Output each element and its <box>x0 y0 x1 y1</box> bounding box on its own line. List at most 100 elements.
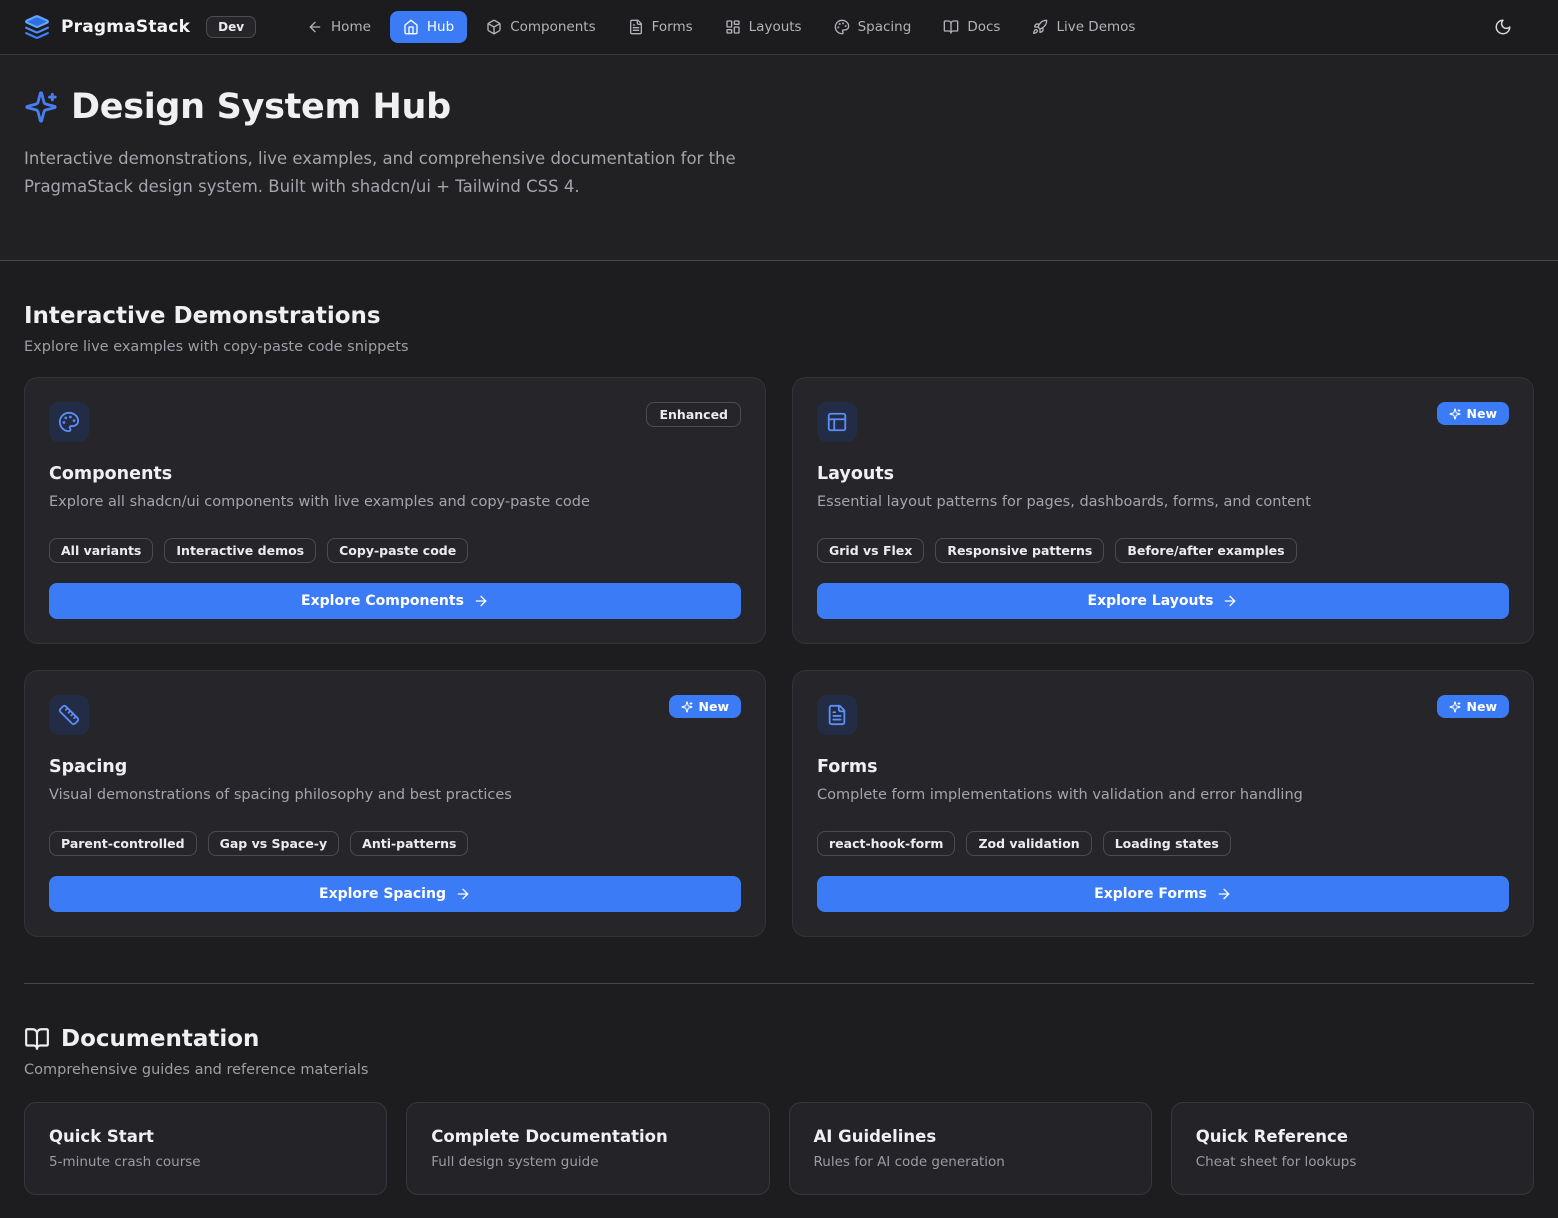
layout-template-icon <box>826 411 848 433</box>
doc-card-description: Full design system guide <box>431 1154 744 1170</box>
doc-card-title: AI Guidelines <box>814 1127 1127 1146</box>
explore-button-label: Explore Components <box>301 593 464 609</box>
demos-section-head: Interactive Demonstrations Explore live … <box>24 261 1534 355</box>
demos-subheading: Explore live examples with copy-paste co… <box>24 339 1534 355</box>
card-description: Complete form implementations with valid… <box>817 785 1509 807</box>
page-subtitle: Interactive demonstrations, live example… <box>24 145 769 200</box>
card-description: Explore all shadcn/ui components with li… <box>49 492 741 514</box>
forms-icon-tile <box>817 695 857 735</box>
layouts-icon-tile <box>817 402 857 442</box>
tag: Parent-controlled <box>49 831 197 856</box>
explore-spacing-button[interactable]: Explore Spacing <box>49 876 741 912</box>
sparkles-icon <box>1449 701 1461 713</box>
doc-card-grid: Quick Start 5-minute crash course Comple… <box>24 1102 1534 1195</box>
explore-forms-button[interactable]: Explore Forms <box>817 876 1509 912</box>
tag: Interactive demos <box>164 538 316 563</box>
ruler-icon <box>58 704 80 726</box>
file-text-icon <box>628 19 644 35</box>
main-content: Interactive Demonstrations Explore live … <box>0 261 1558 1195</box>
doc-card-description: Rules for AI code generation <box>814 1154 1127 1170</box>
new-badge-label: New <box>699 699 730 714</box>
nav-item-live-demos[interactable]: Live Demos <box>1019 11 1148 43</box>
nav-item-hub[interactable]: Hub <box>390 11 467 43</box>
tag: react-hook-form <box>817 831 955 856</box>
nav-item-spacing[interactable]: Spacing <box>821 11 925 43</box>
nav-item-layouts[interactable]: Layouts <box>712 11 815 43</box>
package-icon <box>486 19 502 35</box>
new-badge: New <box>1437 695 1510 718</box>
hero-section: Design System Hub Interactive demonstrat… <box>0 55 1558 261</box>
page-title: Design System Hub <box>71 87 451 127</box>
tag: Copy-paste code <box>327 538 468 563</box>
tag: Before/after examples <box>1115 538 1296 563</box>
palette-icon <box>834 19 850 35</box>
brand-name: PragmaStack <box>61 17 190 37</box>
new-badge: New <box>669 695 742 718</box>
doc-card-quick-reference[interactable]: Quick Reference Cheat sheet for lookups <box>1171 1102 1534 1195</box>
sparkles-icon <box>681 701 693 713</box>
nav-item-forms[interactable]: Forms <box>615 11 706 43</box>
palette-icon <box>58 411 80 433</box>
tag-row: Parent-controlled Gap vs Space-y Anti-pa… <box>49 831 741 856</box>
documentation-heading-label: Documentation <box>61 1026 259 1052</box>
home-icon <box>403 19 419 35</box>
explore-layouts-button[interactable]: Explore Layouts <box>817 583 1509 619</box>
rocket-icon <box>1032 19 1048 35</box>
arrow-left-icon <box>307 19 323 35</box>
card-title: Forms <box>817 757 1509 777</box>
tag-row: react-hook-form Zod validation Loading s… <box>817 831 1509 856</box>
sparkles-icon <box>24 90 58 124</box>
enhanced-badge: Enhanced <box>646 402 741 427</box>
navbar: PragmaStack Dev Home Hub Components Form… <box>0 0 1558 55</box>
demo-card-components: Enhanced Components Explore all shadcn/u… <box>24 377 766 644</box>
demo-card-grid: Enhanced Components Explore all shadcn/u… <box>24 377 1534 937</box>
tag: Zod validation <box>966 831 1091 856</box>
nav-item-label: Home <box>331 19 371 35</box>
documentation-section-head: Documentation Comprehensive guides and r… <box>24 984 1534 1078</box>
nav-item-label: Layouts <box>749 19 802 35</box>
card-title: Layouts <box>817 464 1509 484</box>
nav-item-label: Forms <box>652 19 693 35</box>
documentation-heading: Documentation <box>24 1026 1534 1052</box>
arrow-right-icon <box>1222 593 1238 609</box>
explore-button-label: Explore Forms <box>1094 886 1207 902</box>
nav-item-label: Spacing <box>858 19 912 35</box>
demo-card-forms: New Forms Complete form implementations … <box>792 670 1534 937</box>
book-open-icon <box>24 1026 50 1052</box>
arrow-right-icon <box>1216 886 1232 902</box>
nav-item-label: Live Demos <box>1056 19 1135 35</box>
tag-row: Grid vs Flex Responsive patterns Before/… <box>817 538 1509 563</box>
theme-toggle-button[interactable] <box>1486 10 1520 44</box>
tag-row: All variants Interactive demos Copy-past… <box>49 538 741 563</box>
card-title: Spacing <box>49 757 741 777</box>
new-badge-label: New <box>1467 406 1498 421</box>
doc-card-ai-guidelines[interactable]: AI Guidelines Rules for AI code generati… <box>789 1102 1152 1195</box>
doc-card-title: Quick Start <box>49 1127 362 1146</box>
doc-card-quick-start[interactable]: Quick Start 5-minute crash course <box>24 1102 387 1195</box>
card-description: Visual demonstrations of spacing philoso… <box>49 785 741 807</box>
tag: All variants <box>49 538 153 563</box>
file-text-icon <box>826 704 848 726</box>
demo-card-layouts: New Layouts Essential layout patterns fo… <box>792 377 1534 644</box>
nav-item-label: Hub <box>427 19 454 35</box>
layout-dashboard-icon <box>725 19 741 35</box>
nav-item-label: Components <box>510 19 595 35</box>
card-title: Components <box>49 464 741 484</box>
card-description: Essential layout patterns for pages, das… <box>817 492 1509 514</box>
explore-components-button[interactable]: Explore Components <box>49 583 741 619</box>
nav-item-home[interactable]: Home <box>294 11 384 43</box>
documentation-subheading: Comprehensive guides and reference mater… <box>24 1062 1534 1078</box>
doc-card-title: Complete Documentation <box>431 1127 744 1146</box>
new-badge-label: New <box>1467 699 1498 714</box>
nav-item-components[interactable]: Components <box>473 11 608 43</box>
layers-logo-icon <box>24 14 50 40</box>
spacing-icon-tile <box>49 695 89 735</box>
tag: Loading states <box>1103 831 1231 856</box>
components-icon-tile <box>49 402 89 442</box>
doc-card-complete-documentation[interactable]: Complete Documentation Full design syste… <box>406 1102 769 1195</box>
tag: Anti-patterns <box>350 831 468 856</box>
book-open-icon <box>943 19 959 35</box>
new-badge: New <box>1437 402 1510 425</box>
brand[interactable]: PragmaStack <box>24 14 190 40</box>
nav-item-docs[interactable]: Docs <box>930 11 1013 43</box>
